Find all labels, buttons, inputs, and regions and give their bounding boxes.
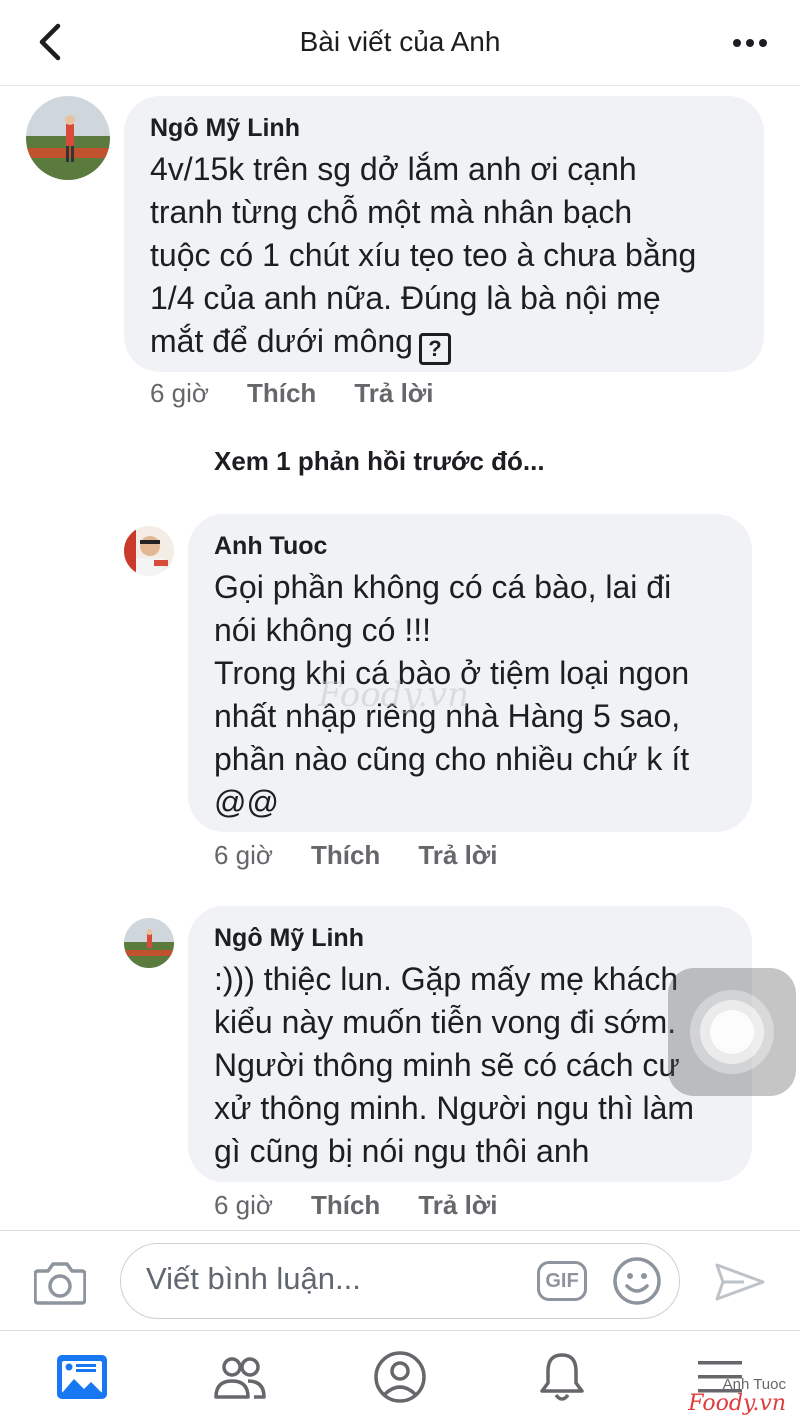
reply-meta: 6 giờ Thích Trả lời (214, 1190, 498, 1221)
avatar[interactable] (26, 96, 110, 180)
send-icon[interactable] (714, 1261, 766, 1303)
reply-time: 6 giờ (214, 1190, 273, 1220)
more-dots-icon (733, 39, 767, 47)
camera-icon[interactable] (34, 1259, 86, 1305)
comment-meta: 6 giờ Thích Trả lời (150, 378, 434, 409)
reply-button[interactable]: Trả lời (418, 1190, 497, 1221)
avatar[interactable] (124, 526, 174, 576)
reply-author[interactable]: Ngô Mỹ Linh (214, 924, 364, 953)
assistive-touch-button[interactable] (668, 968, 796, 1096)
news-feed-icon[interactable] (54, 1349, 110, 1405)
comment-time: 6 giờ (150, 378, 209, 408)
profile-icon[interactable] (372, 1349, 428, 1405)
reply-meta: 6 giờ Thích Trả lời (214, 840, 498, 871)
comment-composer: Viết bình luận... GIF (0, 1230, 800, 1330)
reply-text: :))) thiệc lun. Gặp mấy mẹ khách kiểu nà… (214, 961, 695, 1169)
reply-author[interactable]: Anh Tuoc (214, 532, 327, 561)
foody-watermark: Foody.vn (318, 675, 470, 715)
like-button[interactable]: Thích (311, 840, 380, 871)
foody-corner-watermark: Anh Tuoc Foody.vn (688, 1376, 786, 1415)
watermark-brand: Foody.vn (688, 1391, 786, 1416)
friends-icon[interactable] (212, 1349, 268, 1405)
reply-button[interactable]: Trả lời (418, 840, 497, 871)
like-button[interactable]: Thích (311, 1190, 380, 1221)
view-previous-replies-link[interactable]: Xem 1 phản hồi trước đó... (214, 446, 545, 477)
like-button[interactable]: Thích (247, 378, 316, 409)
reply-button[interactable]: Trả lời (354, 378, 433, 409)
bell-icon[interactable] (534, 1349, 590, 1405)
emoji-icon[interactable] (612, 1256, 662, 1306)
bottom-tab-bar: Anh Tuoc Foody.vn (0, 1330, 800, 1423)
more-options-button[interactable] (730, 26, 770, 60)
unknown-emoji-icon: ? (418, 333, 451, 365)
comment-text: 4v/15k trên sg dở lắm anh ơi cạnh tranh … (150, 148, 750, 365)
reply-time: 6 giờ (214, 840, 273, 870)
top-header: Bài viết của Anh (0, 0, 800, 86)
page-title: Bài viết của Anh (299, 26, 501, 57)
avatar[interactable] (124, 918, 174, 968)
comment-input-placeholder[interactable]: Viết bình luận... (146, 1261, 361, 1297)
gif-icon[interactable]: GIF (537, 1261, 587, 1301)
reply-text: Gọi phần không có cá bào, lai đi nói khô… (214, 569, 690, 820)
comment-author[interactable]: Ngô Mỹ Linh (150, 114, 300, 143)
